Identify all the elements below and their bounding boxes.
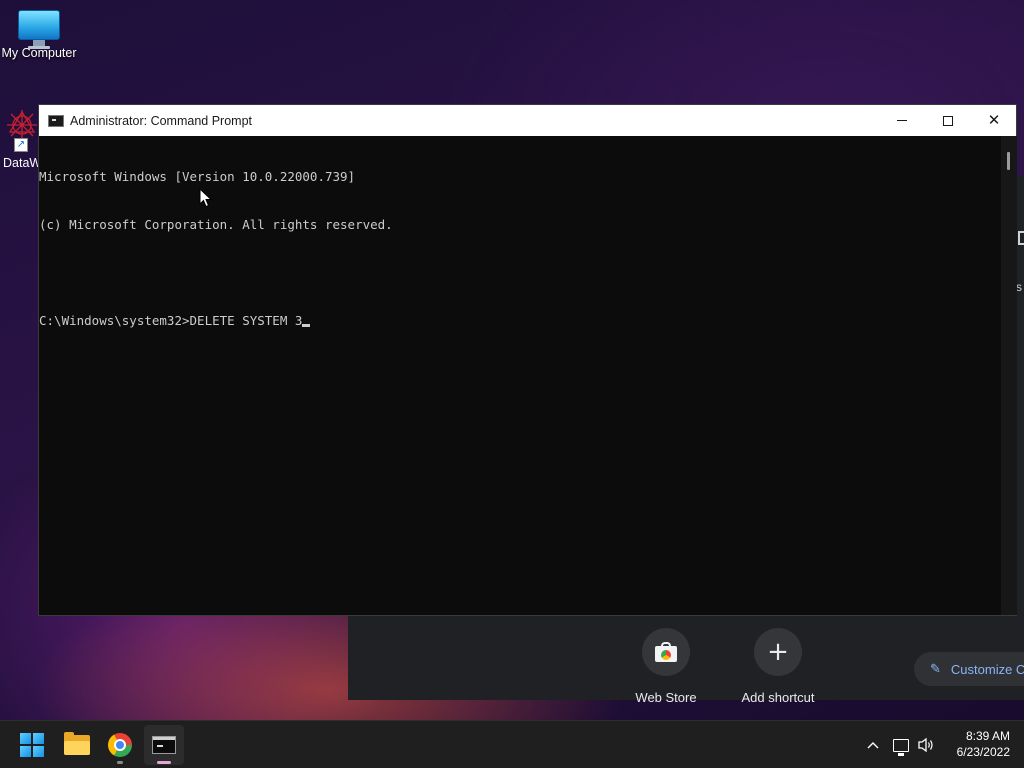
start-button[interactable] <box>12 725 52 765</box>
running-indicator <box>117 761 123 764</box>
scrollbar-thumb[interactable] <box>1007 152 1010 170</box>
background-chrome-new-tab: Web Store + Add shortcut ✎ Customize C <box>348 614 1024 702</box>
shortcut-arrow-icon: ↗ <box>14 138 28 152</box>
desktop-icon-label: DataW <box>3 156 42 170</box>
window-titlebar[interactable]: Administrator: Command Prompt ✕ <box>39 105 1016 136</box>
shortcut-web-store[interactable]: Web Store <box>616 628 716 702</box>
close-button[interactable]: ✕ <box>971 105 1017 136</box>
chevron-up-icon <box>867 742 879 749</box>
close-icon: ✕ <box>987 111 1001 129</box>
taskbar-file-explorer[interactable] <box>57 725 97 765</box>
console-line: Microsoft Windows [Version 10.0.22000.73… <box>39 169 356 184</box>
desktop-icon-my-computer[interactable]: My Computer <box>0 8 78 60</box>
cmd-icon <box>48 114 64 127</box>
plus-icon: + <box>767 637 789 667</box>
minimize-icon <box>897 120 907 121</box>
chrome-icon <box>108 733 132 757</box>
show-hidden-icons-button[interactable] <box>862 721 884 768</box>
monitor-icon <box>18 10 60 49</box>
console-line: (c) Microsoft Corporation. All rights re… <box>39 217 393 232</box>
clock[interactable]: 8:39 AM 6/23/2022 <box>944 728 1010 760</box>
pencil-icon: ✎ <box>930 661 941 676</box>
windows-logo-icon <box>20 733 44 757</box>
maximize-button[interactable] <box>925 105 971 136</box>
console-output[interactable]: Microsoft Windows [Version 10.0.22000.73… <box>39 136 1001 615</box>
window-title: Administrator: Command Prompt <box>70 113 253 128</box>
customize-label: Customize C <box>950 661 1024 677</box>
customize-chrome-button[interactable]: ✎ Customize C <box>914 652 1024 686</box>
desktop-icon-dataw[interactable]: ↗ DataW <box>2 108 42 170</box>
datawrapper-shortcut-icon <box>5 108 39 142</box>
cmd-icon <box>152 736 176 754</box>
volume-button[interactable] <box>914 721 938 768</box>
vertical-scrollbar[interactable] <box>1001 136 1017 615</box>
shortcut-label: Web Store <box>635 690 697 702</box>
clock-date: 6/23/2022 <box>956 745 1010 759</box>
taskbar-chrome[interactable] <box>100 725 140 765</box>
network-button[interactable] <box>890 721 912 768</box>
taskbar-command-prompt[interactable] <box>144 725 184 765</box>
maximize-icon <box>943 115 953 126</box>
shortcut-label: Add shortcut <box>741 690 815 702</box>
active-indicator <box>157 761 171 764</box>
console-input-line[interactable]: C:\Windows\system32>DELETE SYSTEM 3 <box>39 313 1001 329</box>
web-store-icon <box>655 642 677 662</box>
taskbar: 8:39 AM 6/23/2022 <box>0 720 1024 768</box>
clock-time: 8:39 AM <box>965 729 1010 743</box>
command-input[interactable]: C:\Windows\system32>DELETE SYSTEM 3 <box>39 313 302 328</box>
text-cursor <box>302 324 311 327</box>
command-prompt-window[interactable]: Administrator: Command Prompt ✕ Microsof… <box>38 104 1017 616</box>
background-browser-edge: s <box>1016 176 1024 616</box>
add-shortcut-button[interactable]: + Add shortcut <box>728 628 828 702</box>
volume-icon <box>918 737 933 753</box>
minimize-button[interactable] <box>879 105 925 136</box>
folder-icon <box>64 732 90 755</box>
network-icon <box>893 738 909 756</box>
